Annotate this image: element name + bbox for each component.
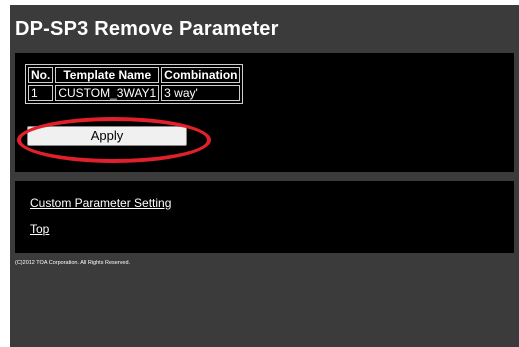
copyright-text: (C)2012 TOA Corporation. All Rights Rese… — [15, 260, 131, 266]
navigation-panel: Custom Parameter Setting Top — [15, 181, 514, 253]
cell-no: 1 — [28, 85, 54, 101]
browser-frame: DP-SP3 Remove Parameter No. Template Nam… — [0, 0, 519, 347]
page-title: DP-SP3 Remove Parameter — [15, 18, 279, 40]
page-container: DP-SP3 Remove Parameter No. Template Nam… — [10, 5, 519, 347]
custom-parameter-setting-link[interactable]: Custom Parameter Setting — [30, 196, 171, 210]
header-no: No. — [28, 67, 54, 83]
table-row: 1 CUSTOM_3WAY1 3 way' — [28, 85, 241, 101]
parameters-table: No. Template Name Combination 1 CUSTOM_3… — [25, 64, 244, 104]
apply-button[interactable]: Apply — [27, 126, 187, 146]
parameter-panel: No. Template Name Combination 1 CUSTOM_3… — [15, 53, 514, 172]
header-combination: Combination — [161, 67, 241, 83]
cell-template-name: CUSTOM_3WAY1 — [55, 85, 160, 101]
cell-combination: 3 way' — [161, 85, 241, 101]
header-template-name: Template Name — [55, 67, 160, 83]
top-link[interactable]: Top — [30, 222, 49, 236]
table-header-row: No. Template Name Combination — [28, 67, 241, 83]
